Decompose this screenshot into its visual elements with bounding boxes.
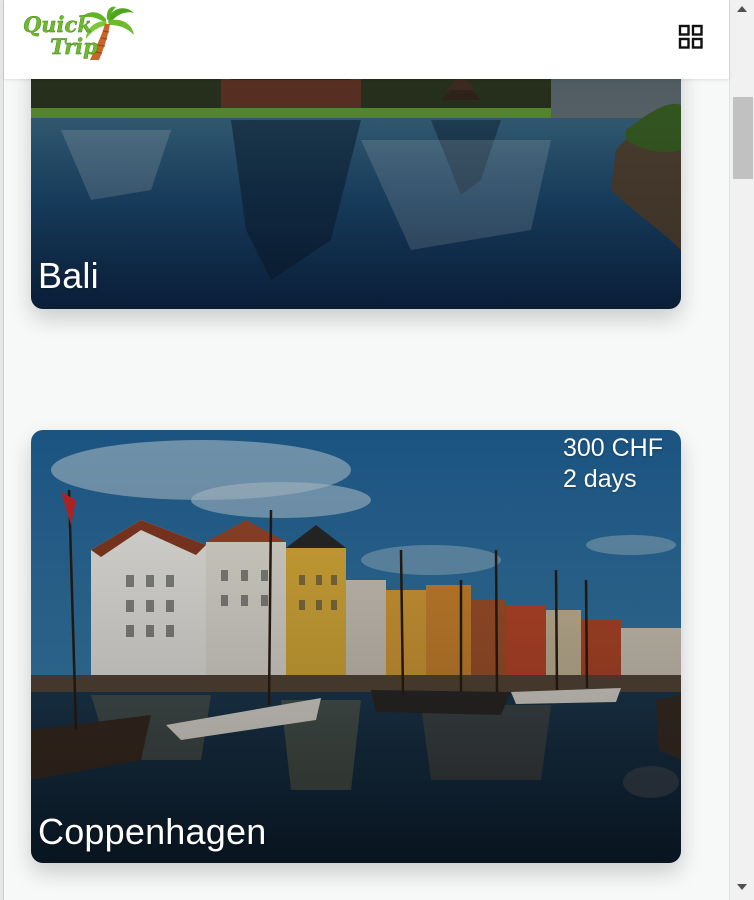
destination-title: Bali (38, 255, 99, 296)
page-content[interactable]: Quick Trip Bali 300 CHF 2 days Coppenhag… (4, 0, 729, 900)
grid-icon[interactable] (678, 24, 704, 50)
trip-meta: 300 CHF 2 days (563, 433, 663, 495)
destination-card-copenhagen[interactable]: 300 CHF 2 days Coppenhagen (31, 430, 681, 863)
trip-price: 300 CHF (562, 434, 663, 462)
logo-text-trip: Trip (50, 34, 98, 59)
top-navbar: Quick Trip (4, 0, 729, 79)
quicktrip-logo[interactable]: Quick Trip (20, 5, 136, 63)
vertical-scrollbar[interactable] (729, 0, 754, 900)
scroll-down-arrow-icon[interactable] (737, 884, 747, 890)
destination-title: Coppenhagen (38, 811, 267, 852)
trip-duration: 2 days (562, 465, 637, 493)
scroll-up-arrow-icon[interactable] (737, 6, 747, 12)
browser-window: Quick Trip Bali 300 CHF 2 days Coppenhag… (0, 0, 754, 900)
scroll-thumb[interactable] (733, 97, 753, 179)
